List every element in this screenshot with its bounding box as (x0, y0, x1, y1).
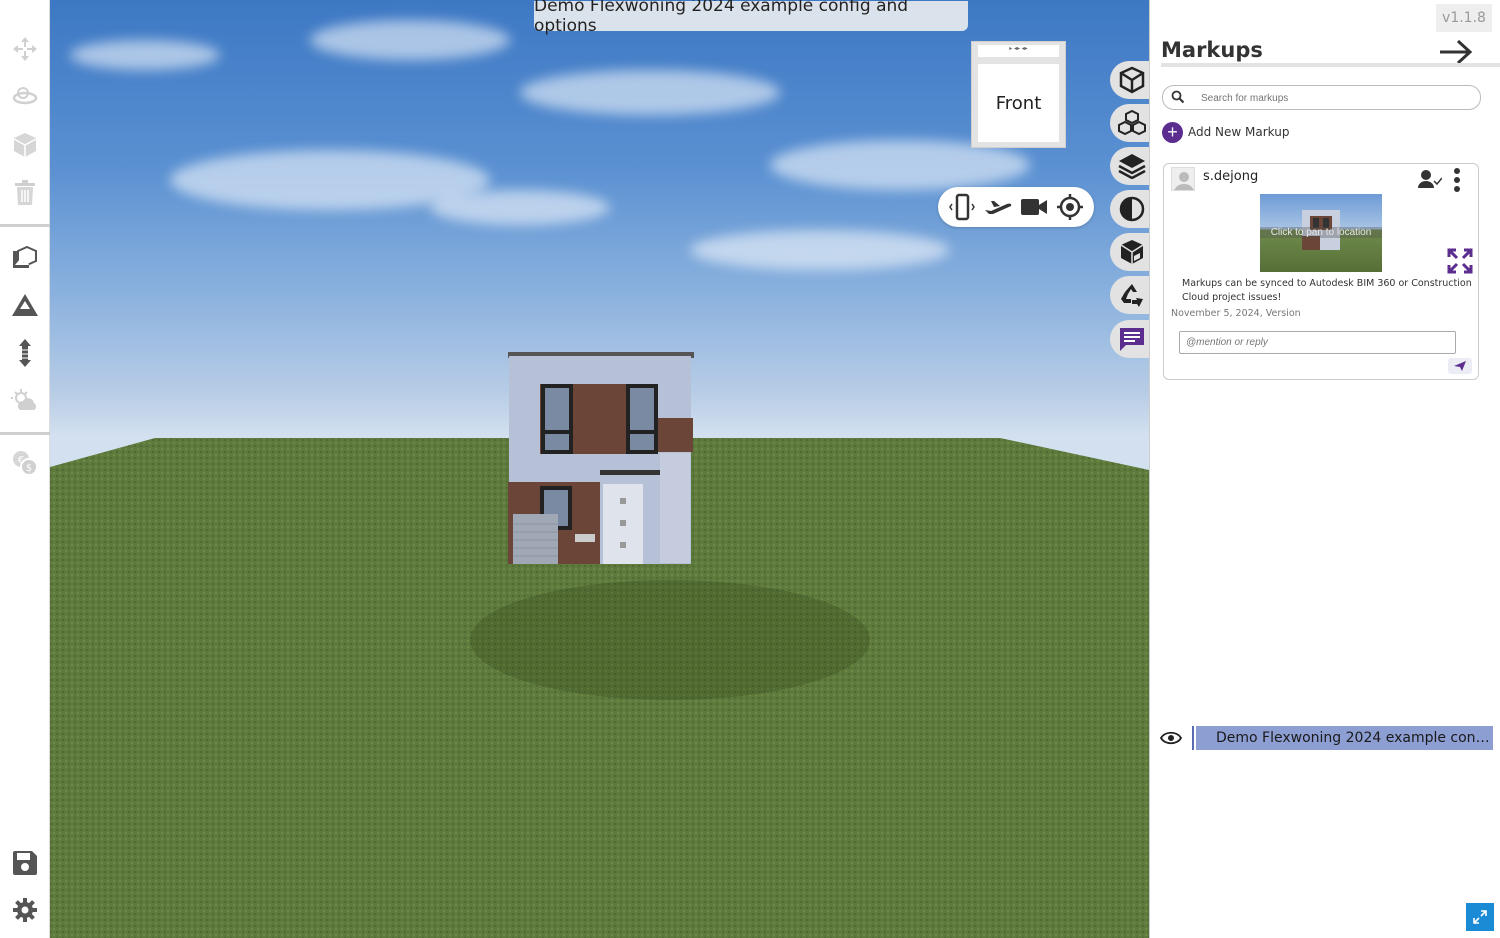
costs-button[interactable]: € $ (0, 440, 50, 486)
markup-card: s.dejong Click to pan to location Markup… (1163, 163, 1479, 380)
search-icon (1171, 90, 1185, 104)
weather-button[interactable] (0, 378, 50, 424)
send-button[interactable] (1448, 358, 1472, 374)
user-icon (1174, 172, 1194, 190)
contrast-icon (1119, 196, 1145, 222)
toolbar-divider (0, 224, 50, 227)
settings-button[interactable] (0, 887, 50, 933)
view-cube[interactable]: ▸ ◂▸ ◂▸ Front (971, 41, 1066, 148)
device-orientation-button[interactable] (946, 191, 978, 223)
models-button[interactable] (0, 234, 50, 280)
cubes-icon (1118, 110, 1146, 136)
expand-icon (1447, 248, 1473, 274)
markups-toggle-button[interactable] (1110, 320, 1149, 358)
assign-user-button[interactable] (1418, 169, 1443, 189)
contrast-button[interactable] (1110, 190, 1149, 228)
weather-icon (11, 389, 37, 410)
cube-icon (1119, 66, 1145, 94)
version-label: v1.1.8 (1436, 4, 1492, 32)
thumbnail-caption: Click to pan to location (1260, 227, 1382, 238)
move-button[interactable] (0, 26, 50, 72)
panel-title: Markups (1161, 38, 1263, 62)
model-name: Demo Flexwoning 2024 example config and … (1196, 726, 1493, 750)
house-model[interactable] (505, 348, 700, 570)
markup-date: November 5, 2024, Version (1171, 308, 1301, 319)
gear-icon (13, 898, 37, 922)
svg-text:$: $ (26, 463, 32, 474)
plus-icon: + (1162, 121, 1183, 143)
section-button[interactable] (1110, 233, 1149, 271)
fullscreen-icon (1473, 910, 1487, 924)
avatar (1171, 167, 1195, 191)
move-icon (13, 37, 37, 61)
model-list-item[interactable]: Demo Flexwoning 2024 example config and … (1150, 726, 1493, 750)
orbit-button[interactable] (0, 74, 50, 120)
send-icon (1454, 361, 1466, 371)
visibility-toggle[interactable] (1150, 726, 1194, 750)
save-button[interactable] (0, 840, 50, 886)
camera-icon (1021, 199, 1047, 215)
markup-search (1162, 85, 1481, 110)
camera-button[interactable] (1018, 191, 1050, 223)
add-markup-button[interactable]: + Add New Markup (1162, 121, 1289, 143)
trash-icon (15, 180, 35, 205)
delete-button[interactable] (0, 170, 50, 216)
model-gallery-icon (13, 245, 37, 268)
3d-viewport[interactable]: Demo Flexwoning 2024 example config and … (50, 0, 1149, 938)
locate-icon (1057, 194, 1083, 220)
cube-icon (13, 133, 37, 157)
terrain-icon (12, 294, 38, 316)
recycle-button[interactable] (1110, 276, 1149, 314)
view-cube-top[interactable]: ▸ ◂▸ ◂▸ (978, 45, 1059, 57)
cost-icon: €$ (13, 451, 38, 476)
height-button[interactable] (0, 330, 50, 376)
terrain-button[interactable] (0, 282, 50, 328)
orbit-icon (12, 87, 38, 105)
fly-icon (985, 201, 1012, 214)
layers-icon (1118, 154, 1146, 179)
markups-panel: v1.1.8 Markups + Add New Markup s.dejong… (1149, 0, 1500, 938)
components-button[interactable] (1110, 104, 1149, 142)
view-cube-front-face[interactable]: Front (978, 64, 1059, 142)
reply-field (1179, 331, 1456, 354)
panel-divider (1161, 63, 1500, 67)
fly-mode-button[interactable] (982, 191, 1014, 223)
model-title: Demo Flexwoning 2024 example config and … (534, 0, 968, 36)
fullscreen-button[interactable] (1466, 903, 1494, 931)
section-cube-icon (1120, 240, 1144, 264)
search-input[interactable] (1201, 89, 1471, 107)
locate-button[interactable] (1054, 191, 1086, 223)
markup-message: Markups can be synced to Autodesk BIM 36… (1182, 278, 1472, 303)
arrow-right-icon (1440, 39, 1473, 65)
navigation-toolbar (938, 187, 1094, 227)
comment-icon (1120, 328, 1144, 351)
markup-author: s.dejong (1203, 169, 1259, 184)
eye-icon (1160, 731, 1182, 745)
model-view-button[interactable] (1110, 61, 1149, 99)
reply-input[interactable] (1180, 332, 1455, 353)
object-button[interactable] (0, 122, 50, 168)
left-toolbar: € $ (0, 0, 50, 938)
phone-rotate-icon (949, 193, 975, 221)
layers-button[interactable] (1110, 147, 1149, 185)
vertical-arrows-icon (19, 339, 31, 367)
user-check-icon (1418, 170, 1443, 188)
more-options-button[interactable] (1449, 167, 1465, 193)
markup-thumbnail[interactable]: Click to pan to location (1260, 194, 1382, 272)
toolbar-divider (0, 432, 50, 435)
expand-button[interactable] (1447, 248, 1473, 274)
more-vertical-icon (1454, 168, 1460, 192)
recycle-icon (1121, 284, 1143, 307)
add-markup-label: Add New Markup (1188, 125, 1290, 139)
close-panel-button[interactable] (1438, 38, 1474, 66)
save-icon (13, 851, 37, 875)
